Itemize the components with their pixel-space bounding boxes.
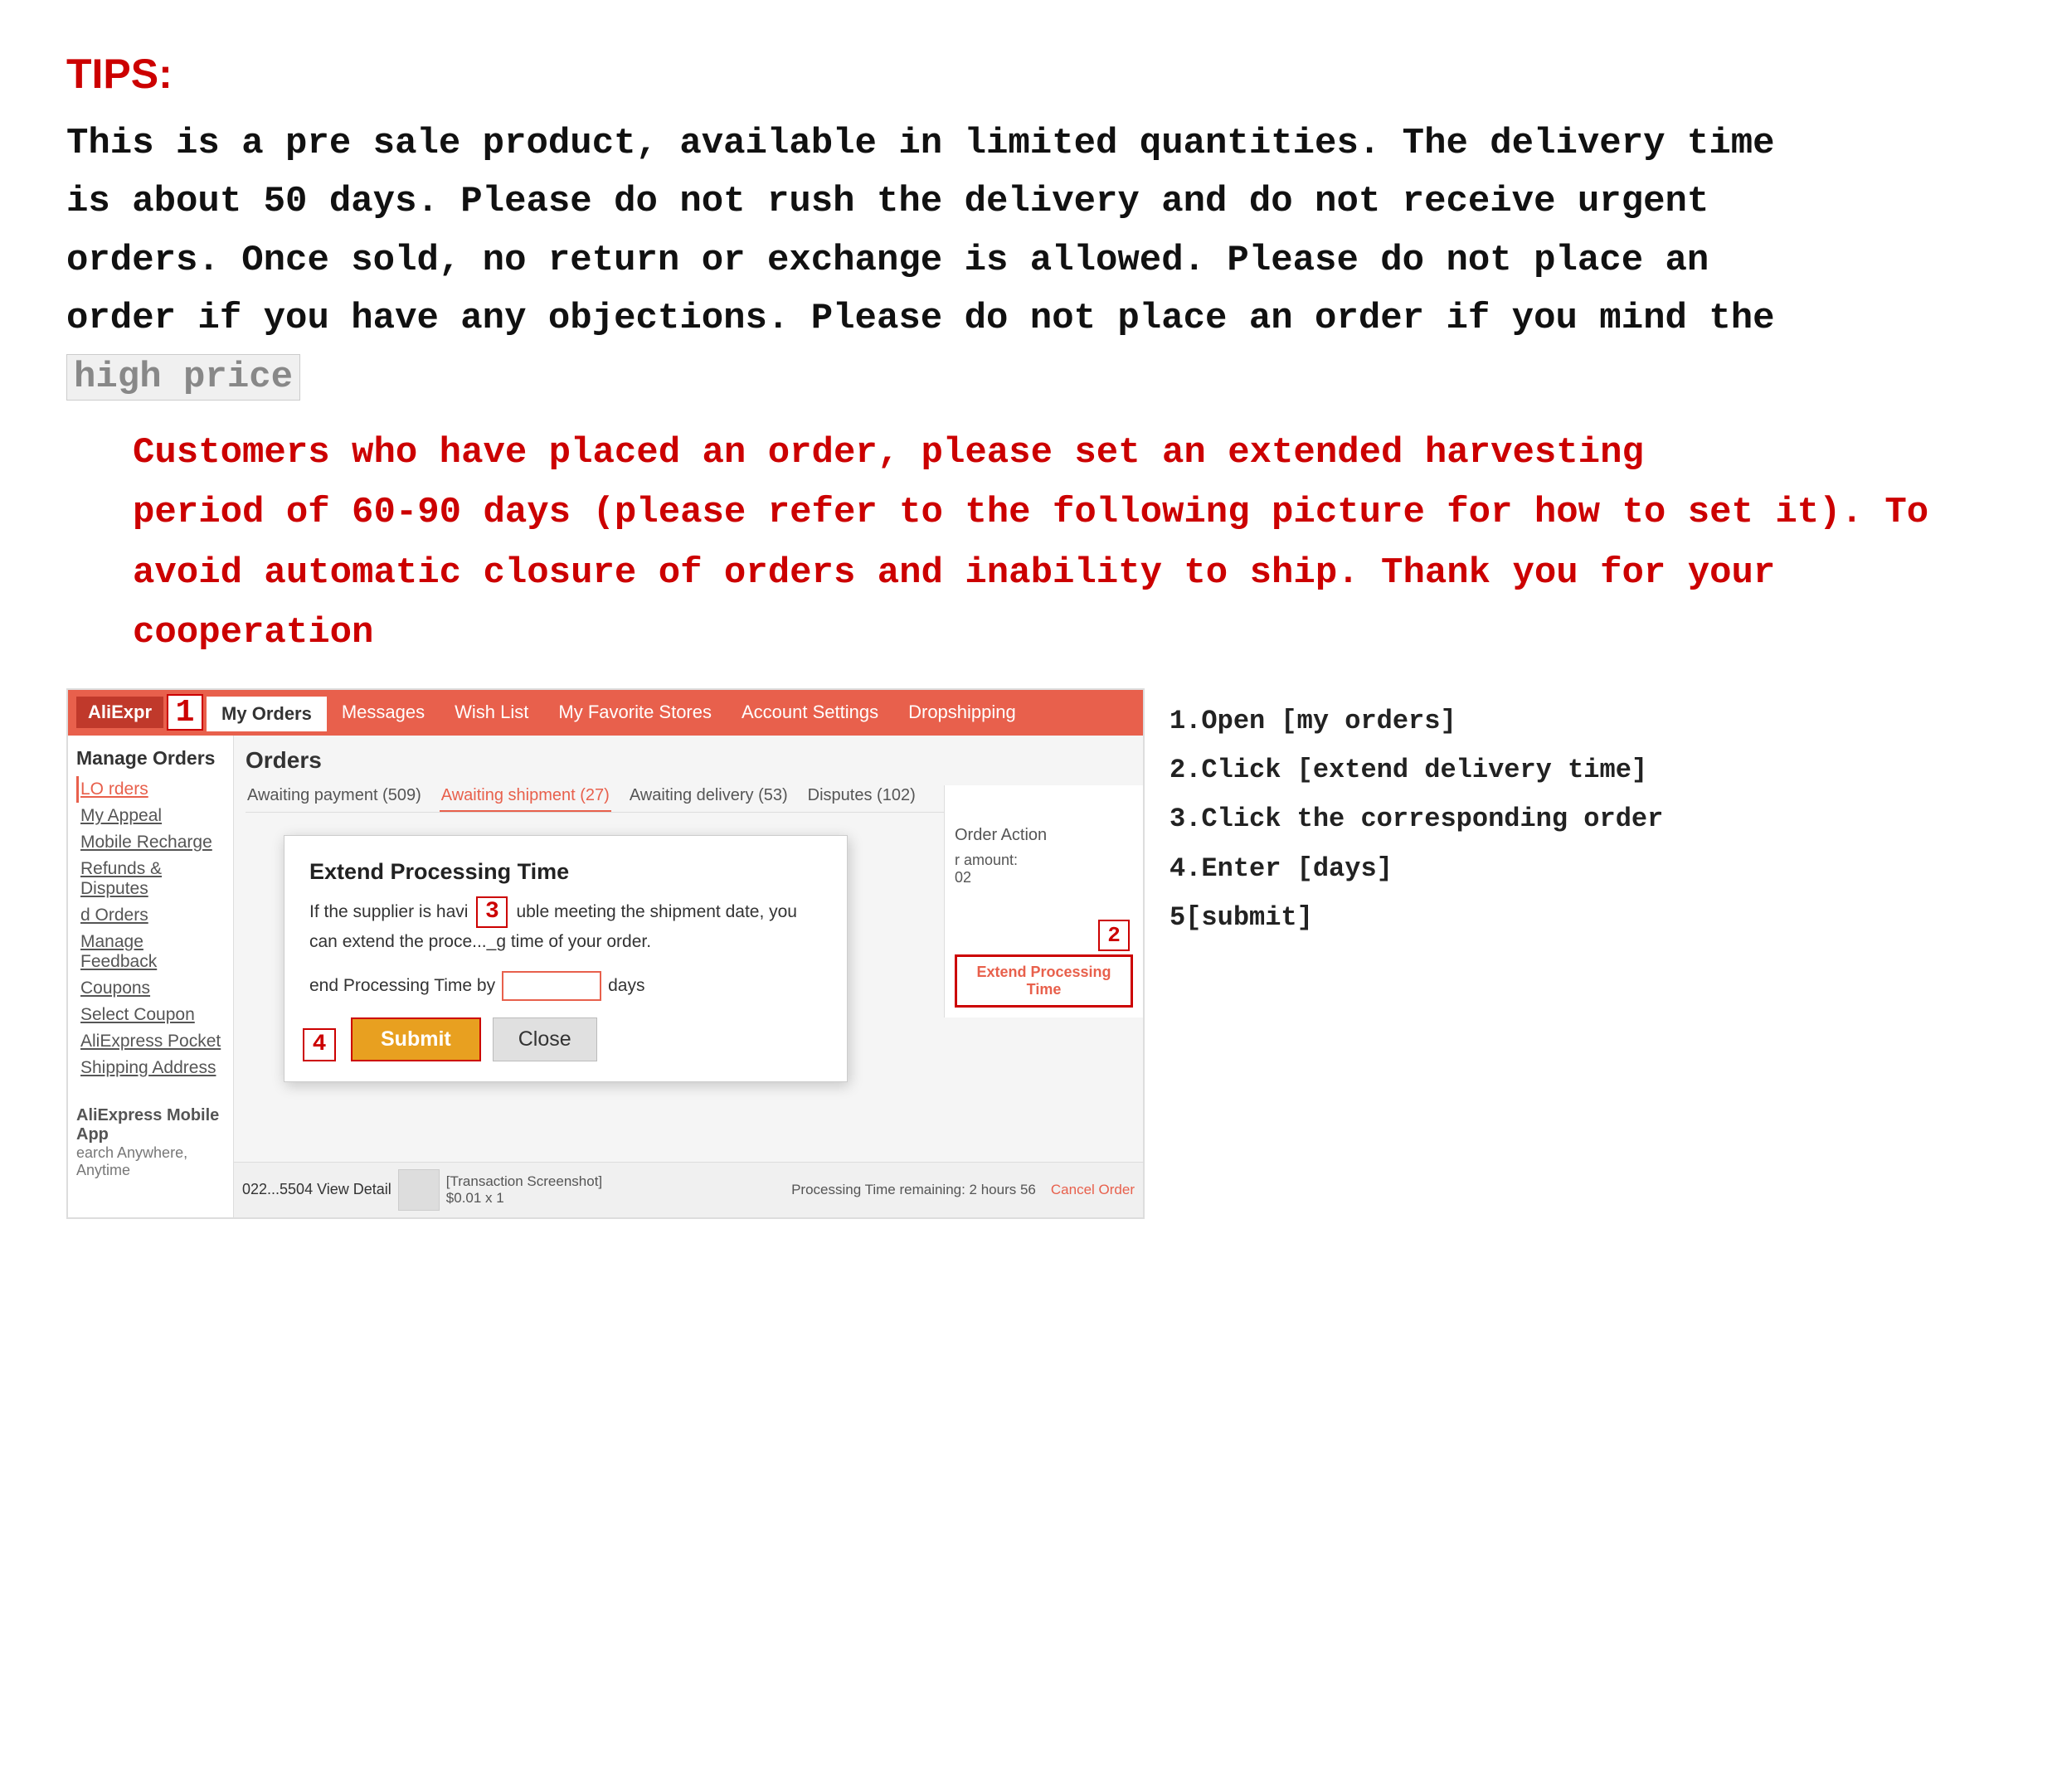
tips-label: TIPS: (66, 50, 1991, 98)
nav-dropshipping[interactable]: Dropshipping (893, 695, 1031, 730)
ali-ui-mockup: AliExpr 1 My Orders Messages Wish List M… (66, 688, 1145, 1219)
step3-badge: 3 (476, 896, 508, 928)
tab-awaiting-payment[interactable]: Awaiting payment (509) (246, 782, 423, 812)
tab-awaiting-shipment[interactable]: Awaiting shipment (27) (440, 782, 611, 812)
tab-awaiting-delivery[interactable]: Awaiting delivery (53) (628, 782, 790, 812)
order-action-title: Order Action (955, 826, 1133, 845)
tips-section: TIPS: This is a pre sale product, availa… (66, 50, 1991, 663)
sidebar-manage-feedback[interactable]: Manage Feedback (76, 929, 225, 975)
order-thumbnail (398, 1169, 440, 1211)
instruction-4: 4.Enter [days] (1170, 844, 1966, 893)
high-price-text: high price (66, 354, 300, 401)
ali-brand: AliExpr (76, 697, 163, 728)
sidebar-coupons[interactable]: Coupons (76, 975, 225, 1002)
screenshot-container: AliExpr 1 My Orders Messages Wish List M… (66, 688, 1991, 1219)
manage-orders-title: Manage Orders (76, 747, 225, 770)
sidebar-orders[interactable]: LO rders (76, 776, 225, 803)
days-input[interactable] (502, 971, 601, 1001)
nav-account-settings[interactable]: Account Settings (727, 695, 893, 730)
tab-disputes[interactable]: Disputes (102) (806, 782, 917, 812)
ali-content-area: Orders Awaiting payment (509) Awaiting s… (234, 736, 1143, 1217)
instruction-5: 5[submit] (1170, 893, 1966, 942)
amount-info: r amount: 02 (955, 852, 1133, 886)
sidebar-appeal[interactable]: My Appeal (76, 803, 225, 829)
order-row-bottom: 022...5504 View Detail [Transaction Scre… (234, 1162, 1143, 1217)
nav-messages[interactable]: Messages (327, 695, 440, 730)
instruction-panel: 1.Open [my orders] 2.Click [extend deliv… (1145, 688, 1991, 1219)
step2-badge: 2 (1098, 920, 1130, 951)
modal-input-row: end Processing Time by days (309, 971, 822, 1001)
extend-button-container: 2 Extend ProcessingTime (955, 920, 1133, 1008)
submit-button[interactable]: Submit (351, 1017, 481, 1061)
tips-text: This is a pre sale product, available in… (66, 123, 1775, 339)
ali-sidebar: Manage Orders LO rders My Appeal Mobile … (68, 736, 234, 1217)
modal-actions: Submit Close (351, 1017, 822, 1061)
sidebar-shipping-address[interactable]: Shipping Address (76, 1055, 225, 1081)
step4-badge: 4 (303, 1028, 336, 1061)
sidebar-mobile-recharge[interactable]: Mobile Recharge (76, 829, 225, 856)
sidebar-refunds[interactable]: Refunds & Disputes (76, 856, 225, 902)
order-action-panel: Order Action r amount: 02 2 Exten (944, 785, 1143, 1017)
instruction-2: 2.Click [extend delivery time] (1170, 745, 1966, 794)
ali-navbar: AliExpr 1 My Orders Messages Wish List M… (68, 690, 1143, 736)
red-notice: Customers who have placed an order, plea… (133, 423, 1991, 663)
tips-body: This is a pre sale product, available in… (66, 114, 1991, 348)
instruction-1: 1.Open [my orders] (1170, 697, 1966, 745)
nav-favorite-stores[interactable]: My Favorite Stores (543, 695, 727, 730)
instruction-list: 1.Open [my orders] 2.Click [extend deliv… (1170, 697, 1966, 942)
step1-badge: 1 (167, 694, 203, 731)
nav-wish-list[interactable]: Wish List (440, 695, 543, 730)
cancel-order-button[interactable]: Cancel Order (1051, 1182, 1135, 1198)
modal-title: Extend Processing Time (309, 859, 822, 885)
extend-processing-time-button[interactable]: Extend ProcessingTime (955, 954, 1133, 1008)
sidebar-select-coupon[interactable]: Select Coupon (76, 1002, 225, 1028)
sidebar-closed-orders[interactable]: d Orders (76, 902, 225, 929)
close-button[interactable]: Close (493, 1017, 597, 1061)
instruction-3: 3.Click the corresponding order (1170, 794, 1966, 843)
extend-processing-modal: Extend Processing Time If the supplier i… (284, 835, 848, 1082)
modal-body: If the supplier is havi 3 uble meeting t… (309, 896, 822, 956)
ali-main-content: Manage Orders LO rders My Appeal Mobile … (68, 736, 1143, 1217)
nav-my-orders[interactable]: My Orders (207, 694, 327, 731)
orders-page-title: Orders (246, 747, 1131, 774)
sidebar-aliexpress-pocket[interactable]: AliExpress Pocket (76, 1028, 225, 1055)
